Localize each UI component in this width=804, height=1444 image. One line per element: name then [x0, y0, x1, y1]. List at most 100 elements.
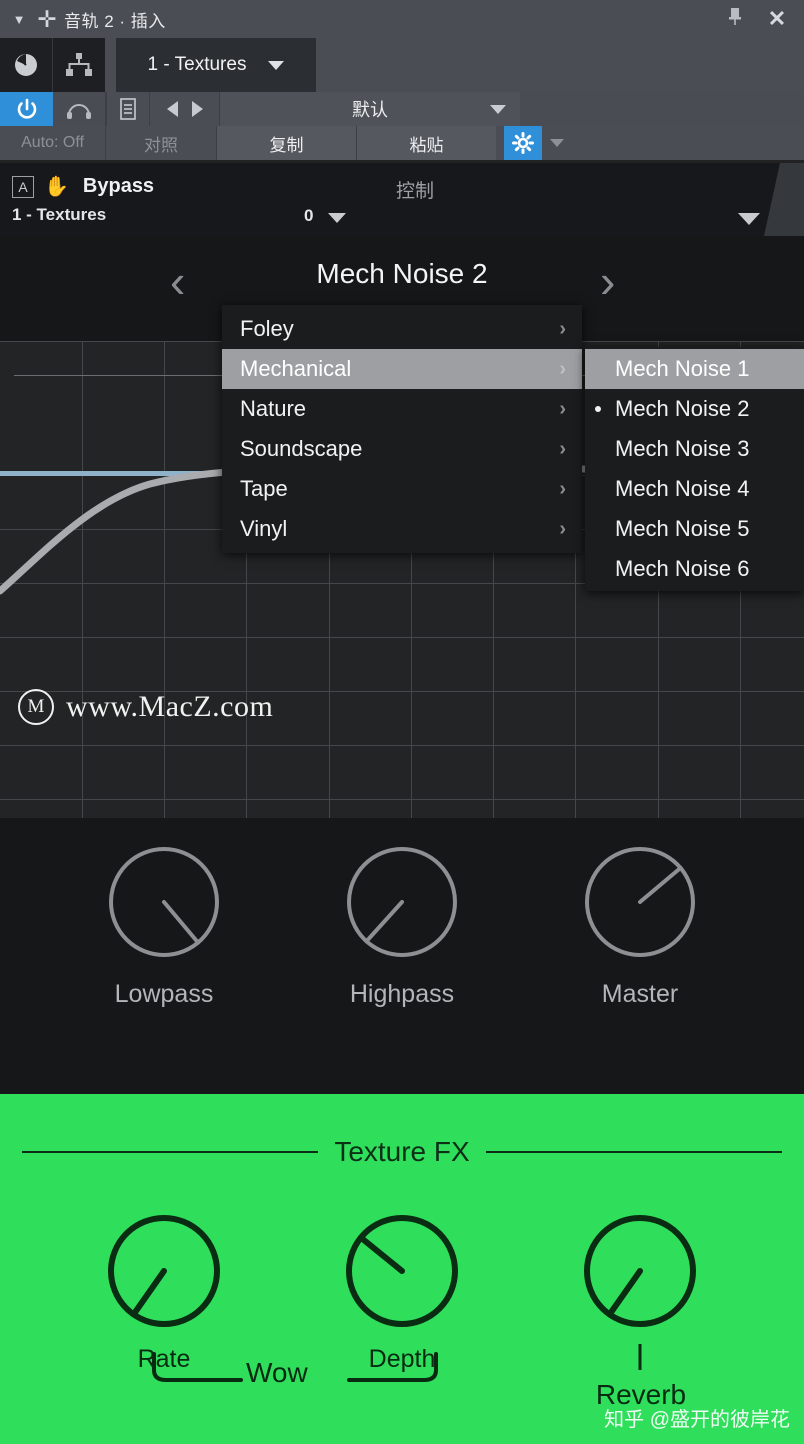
close-icon[interactable]: ✕: [756, 6, 798, 32]
automation-badge[interactable]: A: [12, 175, 34, 198]
texture-fx-panel: Texture FX Rate Depth Wow Reverb 知乎 @盛开的…: [0, 1094, 804, 1444]
preset-category-menu[interactable]: Foley › Mechanical › Nature › Soundscape…: [222, 305, 582, 553]
window-titlebar: ▼ ✛ 音轨 2 · 插入 ✕: [0, 0, 804, 38]
bypass-row: A ✋ Bypass: [12, 175, 154, 198]
knob-dial[interactable]: [343, 843, 461, 961]
plugin-window: ▼ ✛ 音轨 2 · 插入 ✕ 1 - Textures 默认 Auto: Of…: [0, 0, 804, 1444]
knob-depth[interactable]: Depth: [302, 1212, 502, 1374]
watermark-logo-icon: M: [18, 689, 54, 725]
knob-master[interactable]: Master: [540, 843, 740, 1009]
menu-item-label: Nature: [240, 396, 307, 421]
knob-dial[interactable]: [581, 1212, 699, 1330]
preset-list-icon[interactable]: [106, 92, 150, 126]
chevron-right-icon: ›: [559, 397, 566, 420]
chevron-right-icon: ›: [559, 437, 566, 460]
submenu-item-mech-noise-2[interactable]: Mech Noise 2: [585, 389, 804, 429]
knob-label: Master: [601, 980, 679, 1008]
menu-item-vinyl[interactable]: Vinyl ›: [222, 509, 582, 549]
menu-item-foley[interactable]: Foley ›: [222, 309, 582, 349]
chevron-right-icon: ›: [559, 317, 566, 340]
submenu-item-label: Mech Noise 6: [615, 556, 750, 581]
knob-icon[interactable]: [0, 38, 53, 92]
wow-group-label: Wow: [246, 1357, 308, 1388]
preset-step-buttons[interactable]: [150, 92, 220, 126]
preset-name-label: 默认: [352, 100, 388, 120]
window-title: 音轨 2 · 插入: [64, 11, 166, 31]
plugin-slot-selector[interactable]: 1 - Textures: [116, 38, 316, 92]
host-toolbar-row3: Auto: Off 对照 复制 粘贴: [0, 126, 804, 160]
chevron-right-icon: ›: [559, 357, 566, 380]
plus-icon[interactable]: ✛: [32, 7, 62, 31]
menu-item-mechanical[interactable]: Mechanical ›: [222, 349, 582, 389]
chevron-right-icon: ›: [559, 517, 566, 540]
chevron-right-icon: ›: [559, 477, 566, 500]
knob-dial[interactable]: [105, 843, 223, 961]
main-knob-panel: Lowpass Highpass Master: [0, 818, 804, 1094]
submenu-item-label: Mech Noise 1: [615, 356, 750, 381]
routing-icon[interactable]: [53, 38, 106, 92]
submenu-item-label: Mech Noise 2: [615, 396, 750, 421]
chevron-down-icon: [490, 104, 506, 114]
gear-menu-caret[interactable]: [542, 126, 572, 160]
hand-icon[interactable]: ✋: [44, 177, 69, 197]
toolbar-row3-filler: [572, 126, 804, 160]
submenu-item-mech-noise-1[interactable]: Mech Noise 1: [585, 349, 804, 389]
host-toolbar-row2: 默认: [0, 92, 804, 126]
chevron-down-icon[interactable]: ▼: [6, 13, 32, 26]
plugin-slot-label: 1 - Textures: [147, 54, 247, 75]
watermark: M www.MacZ.com: [18, 689, 273, 725]
automation-mode-button[interactable]: Auto: Off: [0, 126, 106, 160]
knob-reverb[interactable]: [540, 1212, 740, 1335]
chevron-down-icon: [268, 60, 285, 70]
compare-button[interactable]: 对照: [106, 126, 216, 160]
divider-right: [485, 1151, 783, 1153]
parameter-value[interactable]: 0: [304, 206, 313, 226]
divider-left: [22, 1151, 319, 1153]
bypass-label[interactable]: Bypass: [83, 175, 154, 198]
value-dropdown-caret-icon[interactable]: [328, 213, 346, 223]
preset-name-dropdown[interactable]: 默认: [220, 92, 520, 126]
knob-label: Highpass: [349, 980, 455, 1008]
credit-watermark: 知乎 @盛开的彼岸花: [604, 1409, 790, 1431]
reverb-tick: [638, 1344, 642, 1370]
power-button[interactable]: [0, 92, 53, 126]
menu-item-nature[interactable]: Nature ›: [222, 389, 582, 429]
current-preset-name[interactable]: Mech Noise 2: [0, 258, 804, 290]
knob-lowpass[interactable]: Lowpass: [64, 843, 264, 1009]
strip-expand-caret-icon[interactable]: [738, 213, 760, 225]
knob-dial[interactable]: [105, 1212, 223, 1330]
submenu-item-mech-noise-3[interactable]: Mech Noise 3: [585, 429, 804, 469]
preset-submenu[interactable]: Mech Noise 1 Mech Noise 2 Mech Noise 3 M…: [585, 347, 804, 591]
previous-icon[interactable]: [166, 101, 178, 117]
host-toolbar-row1: 1 - Textures: [0, 38, 804, 92]
selected-bullet-icon: [595, 406, 601, 412]
chevron-down-icon: [550, 139, 564, 147]
menu-item-tape[interactable]: Tape ›: [222, 469, 582, 509]
texture-fx-title: Texture FX: [334, 1136, 470, 1167]
menu-item-label: Soundscape: [240, 436, 363, 461]
knob-dial[interactable]: [343, 1212, 461, 1330]
submenu-item-mech-noise-5[interactable]: Mech Noise 5: [585, 509, 804, 549]
knob-highpass[interactable]: Highpass: [302, 843, 502, 1009]
knob-dial[interactable]: [581, 843, 699, 961]
next-icon[interactable]: [191, 101, 203, 117]
plugin-parameter-strip: A ✋ Bypass 控制 1 - Textures 0: [0, 163, 804, 236]
chevron-right-icon[interactable]: ›: [600, 254, 615, 308]
menu-item-label: Tape: [240, 476, 288, 501]
knob-rate[interactable]: Rate: [64, 1212, 264, 1374]
submenu-item-label: Mech Noise 3: [615, 436, 750, 461]
headphone-icon[interactable]: [53, 92, 106, 126]
menu-item-soundscape[interactable]: Soundscape ›: [222, 429, 582, 469]
pin-icon[interactable]: [714, 6, 756, 32]
submenu-item-mech-noise-6[interactable]: Mech Noise 6: [585, 549, 804, 589]
copy-button[interactable]: 复制: [216, 126, 356, 160]
submenu-item-label: Mech Noise 5: [615, 516, 750, 541]
toolbar-row2-filler: [520, 92, 804, 126]
submenu-item-label: Mech Noise 4: [615, 476, 750, 501]
gear-icon[interactable]: [504, 126, 542, 160]
paste-button[interactable]: 粘贴: [356, 126, 496, 160]
menu-item-label: Foley: [240, 316, 294, 341]
texture-fx-header: Texture FX: [0, 1136, 804, 1168]
knob-label: Lowpass: [114, 980, 214, 1008]
submenu-item-mech-noise-4[interactable]: Mech Noise 4: [585, 469, 804, 509]
